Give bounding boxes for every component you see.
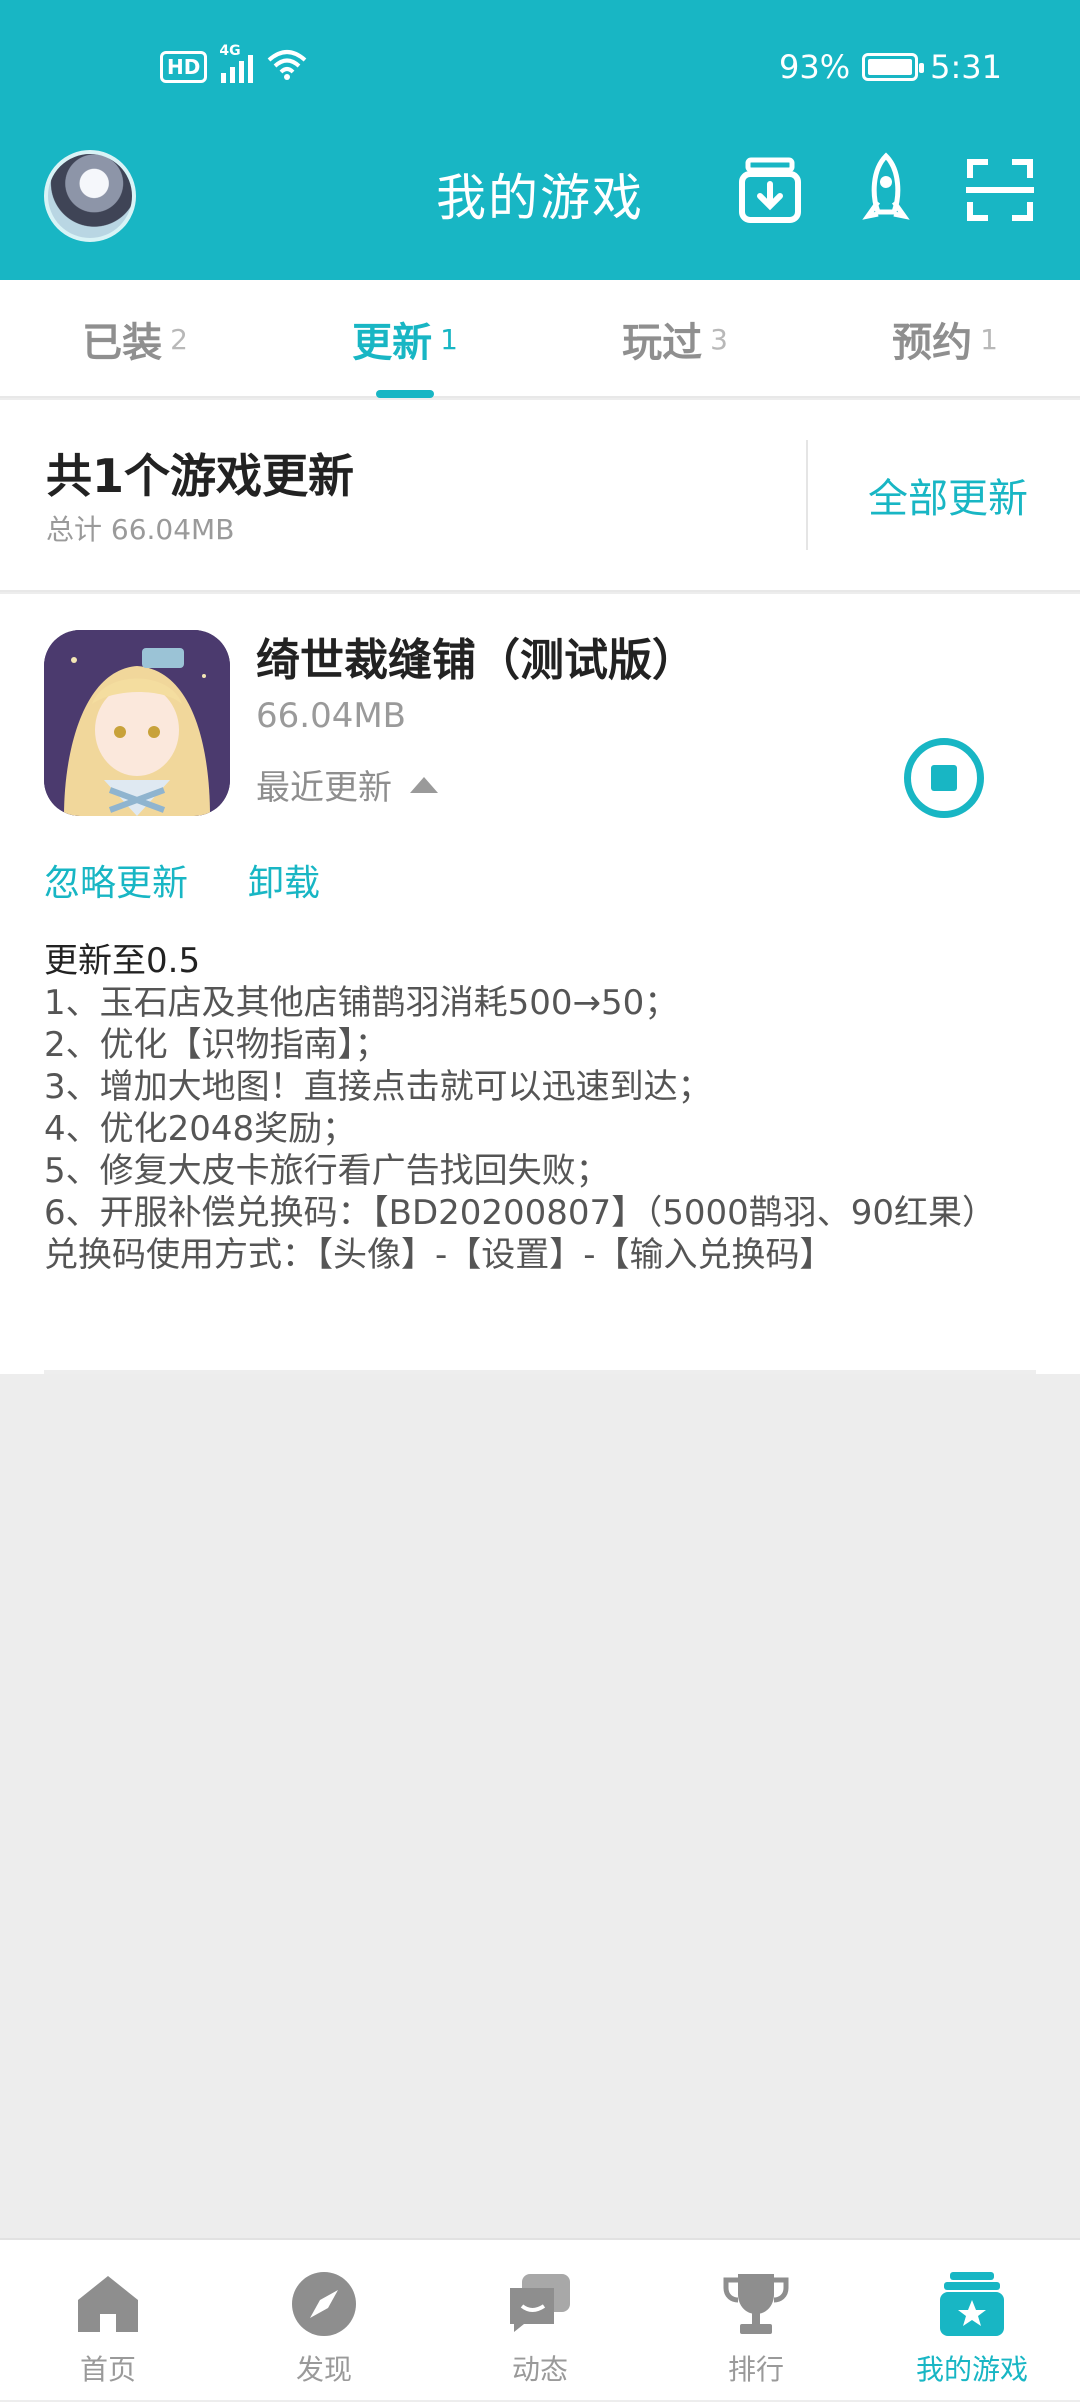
status-bar: HD 4G 93% 5:31 xyxy=(0,40,1080,100)
ignore-update-button[interactable]: 忽略更新 xyxy=(44,854,188,906)
battery-percent: 93% xyxy=(779,48,851,86)
nav-ranking[interactable]: 排行 xyxy=(648,2240,864,2402)
status-left: HD 4G xyxy=(160,43,307,85)
tab-count: 1 xyxy=(440,322,458,356)
nav-label: 动态 xyxy=(511,2353,568,2386)
game-icon[interactable] xyxy=(44,630,230,816)
release-note-line: 1、玉石店及其他店铺鹊羽消耗500→50； xyxy=(44,983,679,1023)
update-all-button[interactable]: 全部更新 xyxy=(868,466,1028,524)
release-notes: 更新至0.5 1、玉石店及其他店铺鹊羽消耗500→50； 2、优化【识物指南】；… xyxy=(44,940,1044,1276)
caret-up-icon xyxy=(410,776,438,793)
release-note-line: 6、开服补偿兑换码：【BD20200807】（5000鹊羽、90红果） xyxy=(44,1193,996,1233)
release-note-line: 3、增加大地图！直接点击就可以迅速到达； xyxy=(44,1067,712,1107)
my-games-icon xyxy=(936,2268,1008,2340)
recent-update-label: 最近更新 xyxy=(256,768,392,808)
nav-label: 我的游戏 xyxy=(915,2353,1028,2386)
nav-activity[interactable]: 动态 xyxy=(432,2240,648,2402)
release-notes-title: 更新至0.5 xyxy=(44,941,201,981)
signal-icon: 4G xyxy=(219,43,254,83)
game-name: 绮世裁缝铺（测试版） xyxy=(256,635,696,686)
tab-updates[interactable]: 更新 1 xyxy=(270,280,540,398)
chat-icon xyxy=(504,2268,576,2340)
uninstall-button[interactable]: 卸载 xyxy=(248,854,320,906)
active-tab-indicator xyxy=(376,390,434,398)
rocket-icon[interactable] xyxy=(846,150,926,230)
release-note-line: 4、优化2048奖励； xyxy=(44,1109,357,1149)
tab-count: 2 xyxy=(170,322,188,356)
recent-update-toggle[interactable]: 最近更新 xyxy=(256,760,438,809)
app-header: HD 4G 93% 5:31 我的游戏 xyxy=(0,0,1080,280)
tab-count: 1 xyxy=(980,322,998,356)
tab-played[interactable]: 玩过 3 xyxy=(540,280,810,398)
card-actions: 忽略更新 卸载 xyxy=(44,854,320,906)
download-manager-icon[interactable] xyxy=(730,150,810,230)
nav-label: 排行 xyxy=(727,2353,784,2386)
release-note-line: 兑换码使用方式：【头像】-【设置】-【输入兑换码】 xyxy=(44,1235,834,1275)
update-summary: 共1个游戏更新 总计 66.04MB 全部更新 xyxy=(0,400,1080,592)
scan-icon[interactable] xyxy=(960,150,1040,230)
game-update-card: 绮世裁缝铺（测试版） 66.04MB 最近更新 忽略更新 卸载 更新至0.5 1… xyxy=(0,594,1080,1374)
divider xyxy=(44,1370,1036,1374)
tab-installed[interactable]: 已装 2 xyxy=(0,280,270,398)
hd-badge: HD xyxy=(160,50,208,83)
stop-icon xyxy=(931,765,957,791)
tab-label: 已装 xyxy=(82,320,163,366)
clock: 5:31 xyxy=(930,48,1002,86)
release-note-line: 2、优化【识物指南】； xyxy=(44,1025,389,1065)
compass-icon xyxy=(288,2268,360,2340)
tab-label: 玩过 xyxy=(622,320,703,366)
pause-download-button[interactable] xyxy=(904,738,984,818)
tab-count: 3 xyxy=(710,322,728,356)
tab-reserved[interactable]: 预约 1 xyxy=(810,280,1080,398)
signal-label: 4G xyxy=(219,42,241,59)
battery-icon xyxy=(862,53,925,81)
status-right: 93% 5:31 xyxy=(779,48,1002,86)
trophy-icon xyxy=(720,2268,792,2340)
game-size: 66.04MB xyxy=(256,696,406,736)
nav-my-games[interactable]: 我的游戏 xyxy=(864,2240,1080,2402)
release-note-line: 5、修复大皮卡旅行看广告找回失败； xyxy=(44,1151,610,1191)
nav-discover[interactable]: 发现 xyxy=(216,2240,432,2402)
summary-total-size: 总计 66.04MB xyxy=(46,513,235,546)
wifi-icon xyxy=(267,48,307,85)
summary-title: 共1个游戏更新 xyxy=(46,449,355,503)
nav-label: 发现 xyxy=(295,2353,352,2386)
bottom-navigation: 首页 发现 动态 排行 我的游戏 xyxy=(0,2238,1080,2400)
divider xyxy=(806,440,808,550)
tab-bar: 已装 2 更新 1 玩过 3 预约 1 xyxy=(0,280,1080,398)
nav-home[interactable]: 首页 xyxy=(0,2240,216,2402)
tab-label: 更新 xyxy=(352,320,433,366)
home-icon xyxy=(72,2268,144,2340)
tab-label: 预约 xyxy=(892,320,973,366)
nav-label: 首页 xyxy=(79,2353,136,2386)
